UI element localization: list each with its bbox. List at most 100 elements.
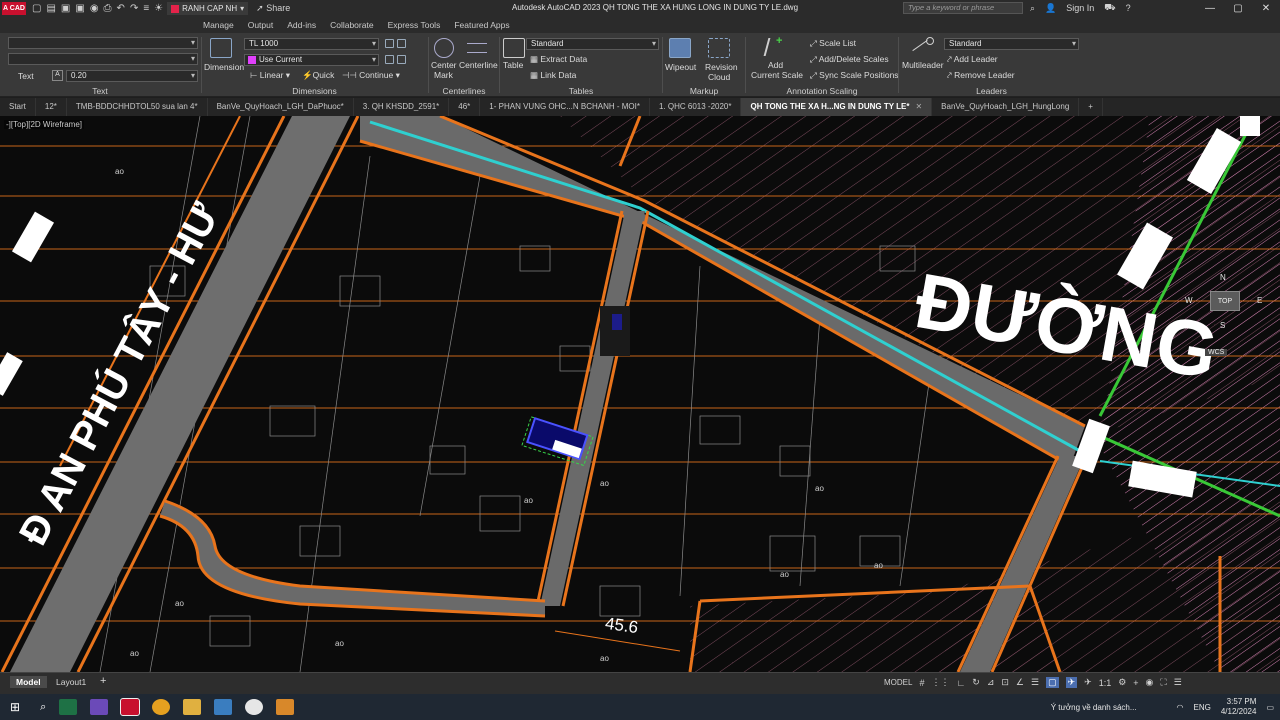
auto-scale-icon[interactable]: ✈ (1084, 677, 1092, 688)
text-style-combo-2[interactable] (8, 53, 198, 65)
tab-manage[interactable]: Manage (203, 20, 234, 30)
table-button[interactable]: Table (503, 60, 523, 70)
excel-icon[interactable] (59, 699, 78, 715)
save-as-icon[interactable]: ▣ (75, 3, 84, 14)
file-tab[interactable]: TMB-BDDCHHDTOL50 sua lan 4* (67, 98, 208, 116)
add-current-scale-button[interactable]: Current Scale (751, 70, 803, 80)
centerlines-group-title[interactable]: Centerlines (429, 86, 499, 96)
revision-cloud-button-line2[interactable]: Cloud (708, 72, 730, 82)
file-tab[interactable]: BanVe_QuyHoach_LGH_DaPhuoc* (208, 98, 354, 116)
tab-express-tools[interactable]: Express Tools (388, 20, 441, 30)
open-file-icon[interactable]: ▤ (46, 3, 55, 14)
viewport-controls[interactable]: -][Top][2D Wireframe] (4, 120, 85, 129)
wipeout-icon[interactable] (669, 38, 691, 58)
wcs-menu[interactable]: WCS (1205, 349, 1228, 356)
share-button[interactable]: ➚ Share (256, 3, 290, 14)
tab-featured-apps[interactable]: Featured Apps (454, 20, 509, 30)
annotation-visibility-icon[interactable]: ✈ (1065, 677, 1078, 688)
selection-cycling-icon[interactable]: ▢ (1046, 677, 1059, 688)
viewcube-top[interactable]: TOP (1210, 291, 1240, 311)
wifi-icon[interactable]: ◠ (1177, 703, 1184, 712)
isodraft-icon[interactable]: ⊿ (987, 677, 995, 688)
dim-tool-icon[interactable] (397, 55, 406, 64)
autocad-taskbar-icon[interactable] (120, 698, 141, 716)
dimension-text[interactable]: 45.6 (604, 614, 639, 637)
file-tab[interactable]: 12* (36, 98, 67, 116)
osnap-icon[interactable]: ⊡ (1001, 677, 1009, 688)
quick-dim-button[interactable]: ⚡Quick (302, 70, 334, 81)
scale-list-button[interactable]: ⤢ Scale List (810, 38, 856, 49)
dimstyle-combo[interactable]: TL 1000 (244, 38, 379, 50)
remove-leader-button[interactable]: ⤤ Remove Leader (947, 70, 1015, 81)
viewcube-south[interactable]: S (1220, 321, 1225, 330)
maximize-icon[interactable]: ▢ (1224, 0, 1252, 17)
file-tab[interactable]: Start (0, 98, 36, 116)
annotation-scale[interactable]: 1:1 (1099, 678, 1112, 688)
gear-icon[interactable]: ⚙ (1118, 677, 1126, 688)
close-tab-icon[interactable]: ✕ (915, 102, 922, 111)
add-leader-button[interactable]: ⤤ Add Leader (947, 54, 998, 65)
file-tab[interactable]: 1- PHAN VUNG OHC...N BCHANH - MOI* (480, 98, 650, 116)
sync-scale-positions-button[interactable]: ⤢ Sync Scale Positions (810, 70, 899, 81)
file-explorer-icon[interactable] (183, 699, 202, 715)
clock[interactable]: 3:57 PM 4/12/2024 (1221, 697, 1257, 717)
revision-cloud-icon[interactable] (708, 38, 730, 58)
app-icon[interactable] (90, 699, 109, 715)
center-mark-button[interactable]: Center (431, 60, 457, 70)
revision-cloud-button[interactable]: Revision (705, 62, 738, 72)
multileader-button[interactable]: Multileader (902, 60, 944, 70)
undo-icon[interactable]: ↶ (117, 3, 125, 14)
leaders-group-title[interactable]: Leaders (899, 86, 1084, 96)
file-tab[interactable]: 1. QHC 6013 -2020* (650, 98, 742, 116)
new-tab-button[interactable]: + (1079, 98, 1103, 116)
centerline-button[interactable]: Centerline (459, 60, 498, 70)
text-group-title[interactable]: Text (0, 86, 200, 96)
file-tab[interactable]: 46* (449, 98, 481, 116)
notification-text[interactable]: Ý tưởng về danh sách... (1051, 703, 1137, 712)
mleader-style-combo[interactable]: Standard (944, 38, 1079, 50)
dimensions-group-title[interactable]: Dimensions (202, 86, 427, 96)
dim-tool-icon[interactable] (397, 39, 406, 48)
app-icon[interactable] (276, 699, 295, 715)
autocad-logo[interactable]: A CAD (2, 2, 26, 15)
wipeout-button[interactable]: Wipeout (665, 62, 696, 72)
centerline-icon[interactable] (467, 43, 487, 53)
zalo-icon[interactable] (245, 699, 264, 715)
add-scale-button[interactable]: Add (768, 60, 783, 70)
text-style-combo[interactable] (8, 37, 198, 49)
sign-in-link[interactable]: Sign In (1066, 3, 1094, 13)
dimension-icon[interactable] (210, 38, 232, 58)
plus-icon[interactable]: + (1133, 678, 1138, 688)
tab-layout1[interactable]: Layout1 (56, 677, 86, 687)
markup-group-title[interactable]: Markup (663, 86, 745, 96)
redo-icon[interactable]: ↷ (130, 3, 138, 14)
viewcube-west[interactable]: W (1185, 296, 1193, 305)
dim-tool-icon[interactable] (385, 55, 394, 64)
file-tab[interactable]: QH TONG THE XA H...NG IN DUNG TY LE* ✕ (741, 98, 933, 116)
add-delete-scales-button[interactable]: ⤢ Add/Delete Scales (810, 54, 889, 65)
drawing-canvas[interactable]: 45.6 ao ao ao ao ao ao ao ao ao ao Đ AN … (0, 116, 1280, 672)
new-file-icon[interactable]: ▢ (32, 3, 41, 14)
tables-group-title[interactable]: Tables (500, 86, 662, 96)
tab-output[interactable]: Output (248, 20, 274, 30)
photos-icon[interactable] (214, 699, 233, 715)
linear-dim-button[interactable]: ⊢ Linear ▾ (250, 70, 290, 81)
table-icon[interactable] (503, 38, 525, 58)
continue-dim-button[interactable]: ⊣⊣ Continue ▾ (342, 70, 400, 81)
tab-model[interactable]: Model (10, 676, 47, 688)
search-icon[interactable]: ⌕ (1030, 3, 1035, 14)
object-track-icon[interactable]: ∠ (1016, 677, 1024, 688)
polar-icon[interactable]: ↻ (972, 677, 980, 688)
dim-layer-combo[interactable]: Use Current (244, 54, 379, 66)
file-tab[interactable]: 3. QH KHSDD_2591* (354, 98, 450, 116)
cart-icon[interactable]: ⛟ (1104, 2, 1115, 14)
text-height-input[interactable]: 0.20 (66, 70, 198, 82)
add-layout-button[interactable]: + (100, 675, 106, 687)
layer-properties-icon[interactable]: ≡ (143, 3, 149, 14)
tab-collaborate[interactable]: Collaborate (330, 20, 373, 30)
link-data-button[interactable]: ▦ Link Data (530, 70, 576, 81)
search-input[interactable]: Type a keyword or phrase (903, 2, 1023, 14)
center-mark-button-line2[interactable]: Mark (434, 70, 453, 80)
dimension-button[interactable]: Dimension (204, 62, 244, 72)
web-icon[interactable]: ◉ (90, 3, 99, 14)
